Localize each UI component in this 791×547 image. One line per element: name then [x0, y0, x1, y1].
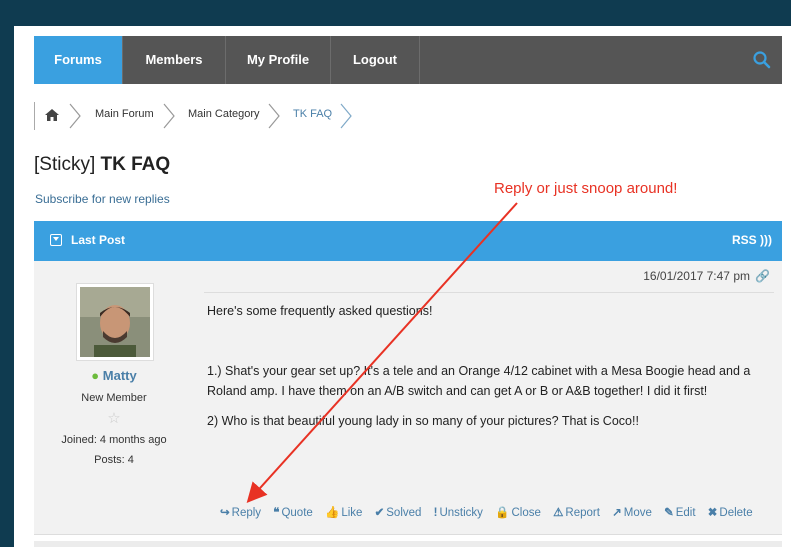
forum-post: 16/01/2017 7:47 pm 🔗 ● Matty New Member … — [34, 261, 782, 535]
unsticky-button[interactable]: ! Unsticky — [434, 507, 483, 519]
permalink-icon[interactable]: 🔗 — [755, 269, 770, 283]
home-icon[interactable] — [45, 109, 59, 121]
breadcrumb-current: TK FAQ — [293, 108, 333, 120]
top-nav: Forums Members My Profile Logout — [34, 36, 782, 84]
collapse-icon[interactable] — [50, 234, 62, 246]
report-label: Report — [565, 507, 600, 519]
sticky-prefix: [Sticky] — [34, 154, 96, 175]
thumbs-up-icon: 👍 — [324, 507, 340, 519]
next-post-strip — [34, 541, 782, 547]
author-name-label: Matty — [102, 368, 137, 383]
reply-label: Reply — [231, 507, 262, 519]
topic-title: TK FAQ — [100, 154, 171, 175]
author-rank: New Member — [81, 392, 147, 404]
avatar-photo — [80, 287, 150, 357]
post-paragraph: 1.) Shat's your gear set up? It's a tele… — [207, 364, 751, 398]
author-name[interactable]: ● Matty — [34, 368, 194, 383]
post-date: 16/01/2017 7:47 pm — [643, 269, 750, 283]
rss-icon: ))) — [760, 233, 772, 247]
delete-label: Delete — [719, 507, 753, 519]
post-header-title: Last Post — [71, 233, 126, 247]
chevron-right-icon — [69, 103, 81, 129]
report-button[interactable]: ⚠ Report — [553, 505, 600, 519]
chevron-right-icon — [268, 103, 280, 129]
solved-button[interactable]: ✔ Solved — [375, 505, 422, 519]
move-label: Move — [623, 507, 652, 519]
edit-icon: ✎ — [664, 507, 674, 519]
post-header: Last Post RSS ))) — [34, 221, 782, 261]
rss-link[interactable]: RSS ))) — [732, 233, 772, 247]
move-icon: ↗ — [612, 507, 622, 519]
like-label: Like — [341, 507, 363, 519]
nav-members[interactable]: Members — [123, 36, 226, 84]
lock-icon: 🔒 — [495, 507, 510, 519]
search-icon[interactable] — [752, 50, 772, 70]
star-icon: ☆ — [107, 410, 121, 427]
breadcrumb-divider — [34, 102, 35, 130]
chevron-right-icon — [163, 103, 175, 129]
author-joined: Joined: 4 months ago — [61, 434, 167, 446]
check-circle-icon: ✔ — [374, 507, 385, 519]
post-paragraph: Here's some frequently asked questions! — [207, 304, 433, 318]
nav-my-profile[interactable]: My Profile — [226, 36, 331, 84]
move-button[interactable]: ↗ Move — [612, 505, 652, 519]
quote-button[interactable]: ❝ Quote — [273, 505, 313, 519]
close-button[interactable]: 🔒 Close — [495, 505, 541, 519]
nav-logout[interactable]: Logout — [331, 36, 420, 84]
post-paragraph: 2) Who is that beautiful young lady in s… — [207, 414, 639, 428]
avatar[interactable] — [76, 283, 154, 361]
post-content: Here's some frequently asked questions! … — [207, 301, 767, 441]
edit-label: Edit — [675, 507, 696, 519]
nav-forums[interactable]: Forums — [34, 36, 123, 84]
rss-label: RSS — [731, 233, 757, 247]
edit-button[interactable]: ✎ Edit — [664, 505, 695, 519]
chevron-right-icon — [340, 103, 352, 129]
page-title: [Sticky] TK FAQ — [34, 154, 170, 176]
user-status-icon: ● — [91, 368, 100, 383]
like-button[interactable]: 👍 Like — [325, 505, 362, 519]
post-divider — [204, 292, 774, 293]
reply-icon: ↪ — [220, 507, 230, 519]
annotation-text: Reply or just snoop around! — [494, 180, 678, 197]
times-icon: ✖ — [707, 507, 718, 519]
breadcrumb-main-category[interactable]: Main Category — [188, 108, 260, 120]
reply-button[interactable]: ↪ Reply — [220, 505, 261, 519]
delete-button[interactable]: ✖ Delete — [708, 505, 753, 519]
warning-icon: ⚠ — [553, 507, 564, 519]
author-posts: Posts: 4 — [94, 454, 134, 466]
unsticky-label: Unsticky — [439, 507, 483, 519]
breadcrumb: Main Forum Main Category TK FAQ — [34, 102, 434, 130]
quote-icon: ❝ — [273, 507, 280, 519]
forum-page: Forums Members My Profile Logout Main Fo… — [14, 26, 791, 547]
breadcrumb-main-forum[interactable]: Main Forum — [95, 108, 154, 120]
exclamation-icon: ! — [433, 507, 438, 519]
subscribe-link[interactable]: Subscribe for new replies — [35, 192, 170, 206]
close-label: Close — [511, 507, 541, 519]
quote-label: Quote — [281, 507, 313, 519]
post-actions: ↪ Reply ❝ Quote 👍 Like ✔ Solved ! Unsticky 🔒 C… — [220, 505, 753, 525]
solved-label: Solved — [386, 507, 422, 519]
